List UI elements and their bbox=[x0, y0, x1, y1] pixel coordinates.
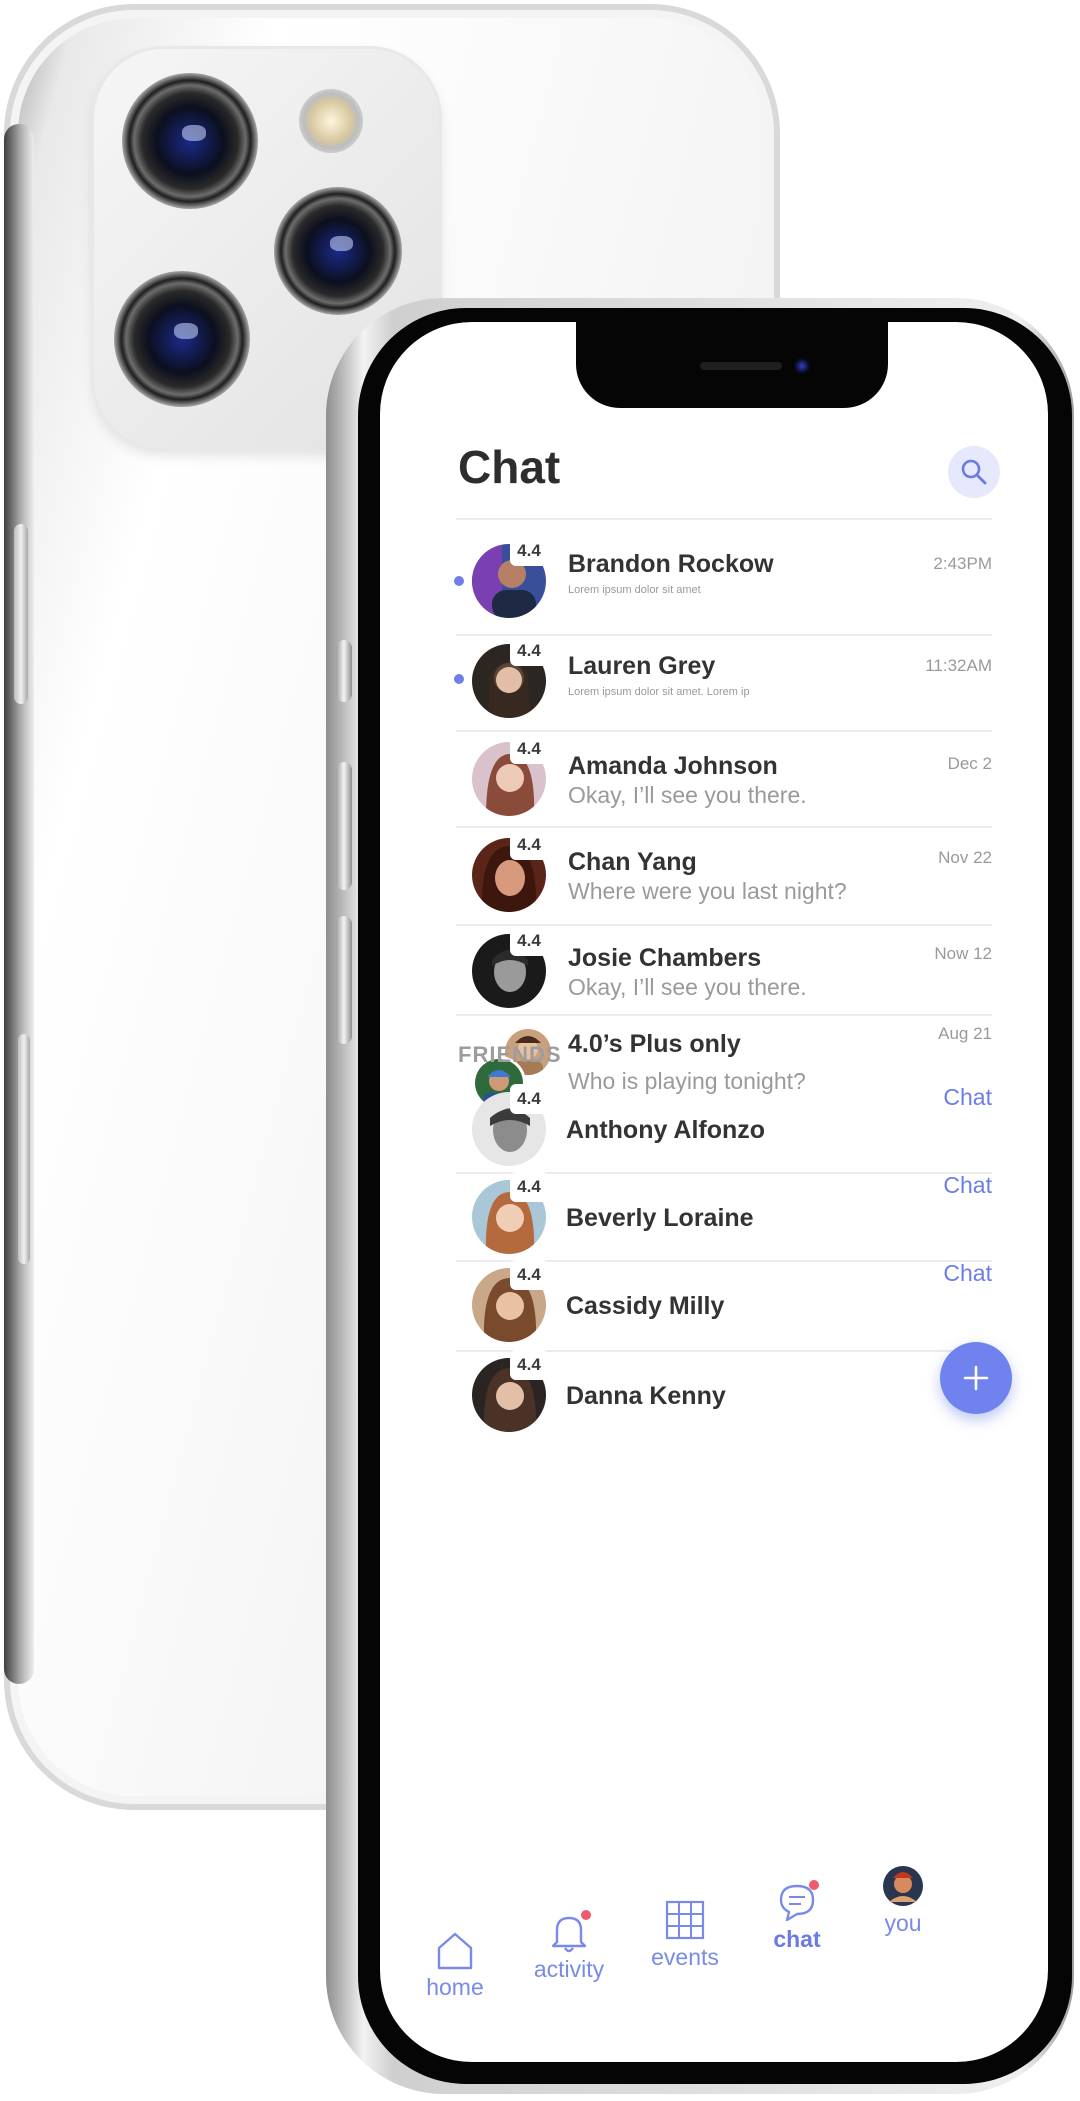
chat-preview: Okay, I’ll see you there. bbox=[568, 974, 807, 1000]
unread-indicator bbox=[454, 576, 464, 586]
friends-section-label: FRIENDS bbox=[458, 1042, 562, 1067]
volume-down-button bbox=[336, 916, 352, 1044]
rating-badge: 4.4 bbox=[510, 830, 548, 860]
mute-switch bbox=[336, 640, 352, 702]
tab-label: activity bbox=[533, 1956, 605, 1982]
tab-events[interactable]: events bbox=[630, 1898, 740, 1971]
tab-label: events bbox=[651, 1944, 719, 1970]
friend-row: 4.4 Anthony Alfonzo Chat bbox=[456, 1082, 992, 1182]
back-phone-side-button bbox=[14, 524, 28, 704]
camera-lens-icon bbox=[114, 271, 250, 407]
start-chat-link[interactable]: Chat bbox=[943, 1260, 992, 1287]
chat-name: Amanda Johnson bbox=[568, 752, 778, 780]
tab-chat[interactable]: chat bbox=[742, 1880, 852, 1953]
friend-row: 4.4 Beverly Loraine Chat bbox=[456, 1172, 992, 1272]
divider bbox=[456, 518, 992, 520]
tab-label: you bbox=[884, 1910, 922, 1936]
flash-icon bbox=[299, 89, 363, 153]
chat-preview: Lorem ipsum dolor sit amet. Lorem ip bbox=[568, 686, 750, 698]
chat-row[interactable]: 4.4 Brandon Rockow Lorem ipsum dolor sit… bbox=[454, 536, 992, 640]
friend-row: 4.4 Danna Kenny bbox=[456, 1350, 992, 1450]
chat-time: Aug 21 bbox=[938, 1024, 992, 1043]
chat-time: Nov 22 bbox=[938, 848, 992, 867]
rating-badge: 4.4 bbox=[510, 536, 548, 566]
chat-preview: Okay, I’ll see you there. bbox=[568, 782, 807, 808]
start-chat-link[interactable]: Chat bbox=[943, 1084, 992, 1111]
new-chat-button[interactable] bbox=[940, 1342, 1012, 1414]
friend-name: Beverly Loraine bbox=[566, 1204, 754, 1232]
search-button[interactable] bbox=[948, 446, 1000, 498]
chat-preview: Lorem ipsum dolor sit amet bbox=[568, 584, 701, 596]
friend-name: Cassidy Milly bbox=[566, 1292, 725, 1320]
camera-lens-icon bbox=[274, 187, 402, 315]
speaker-grille bbox=[700, 362, 782, 370]
chat-row[interactable]: 4.4 Lauren Grey Lorem ipsum dolor sit am… bbox=[454, 634, 992, 734]
avatar-icon bbox=[881, 1864, 925, 1908]
rating-badge: 4.4 bbox=[510, 1084, 548, 1114]
rating-badge: 4.4 bbox=[510, 734, 548, 764]
back-phone-edge bbox=[4, 124, 34, 1684]
tab-home[interactable]: home bbox=[400, 1928, 510, 2001]
app-screen: Chat 4.4 Brandon Rockow Lorem ipsum dolo… bbox=[380, 322, 1048, 2062]
chat-time: 11:32AM bbox=[925, 656, 992, 675]
front-camera-notch bbox=[576, 310, 888, 408]
friend-name: Danna Kenny bbox=[566, 1382, 726, 1410]
search-icon bbox=[961, 459, 987, 485]
chat-time: Dec 2 bbox=[947, 754, 992, 773]
tab-activity[interactable]: activity bbox=[514, 1910, 624, 1983]
chat-row[interactable]: 4.4 Amanda Johnson Okay, I’ll see you th… bbox=[456, 730, 992, 830]
chat-row[interactable]: 4.4 Josie Chambers Okay, I’ll see you th… bbox=[456, 922, 992, 1022]
chat-name: Lauren Grey bbox=[568, 652, 716, 680]
calendar-grid-icon bbox=[663, 1898, 707, 1942]
notification-badge bbox=[809, 1880, 819, 1890]
bell-icon bbox=[547, 1910, 591, 1954]
tab-you[interactable]: you bbox=[848, 1864, 958, 1937]
tab-label: home bbox=[426, 1974, 484, 2000]
chat-name: Chan Yang bbox=[568, 848, 697, 876]
chat-name: Josie Chambers bbox=[568, 944, 762, 972]
start-chat-link[interactable]: Chat bbox=[943, 1172, 992, 1199]
back-phone-side-button bbox=[18, 1034, 30, 1264]
chat-preview: Where were you last night? bbox=[568, 878, 847, 904]
rating-badge: 4.4 bbox=[510, 926, 548, 956]
page-title: Chat bbox=[458, 441, 561, 493]
chat-name: Brandon Rockow bbox=[568, 550, 774, 578]
rating-badge: 4.4 bbox=[510, 1172, 548, 1202]
volume-up-button bbox=[336, 762, 352, 890]
chat-time: Now 12 bbox=[934, 944, 992, 963]
tab-label: chat bbox=[773, 1926, 821, 1952]
notification-badge bbox=[581, 1910, 591, 1920]
chat-name: 4.0’s Plus only bbox=[568, 1030, 741, 1058]
chat-time: 2:43PM bbox=[933, 554, 992, 573]
front-camera-icon bbox=[794, 358, 810, 374]
friend-name: Anthony Alfonzo bbox=[566, 1116, 766, 1144]
friend-row: 4.4 Cassidy Milly Chat bbox=[456, 1260, 992, 1360]
rating-badge: 4.4 bbox=[510, 1260, 548, 1290]
rating-badge: 4.4 bbox=[510, 636, 548, 666]
bottom-tab-bar: home activity events chat you bbox=[380, 1866, 1048, 2052]
rating-badge: 4.4 bbox=[510, 1350, 548, 1380]
chat-bubble-icon bbox=[775, 1880, 819, 1924]
unread-indicator bbox=[454, 674, 464, 684]
home-icon bbox=[433, 1928, 477, 1972]
camera-lens-icon bbox=[122, 73, 258, 209]
chat-row[interactable]: 4.4 Chan Yang Where were you last night?… bbox=[456, 826, 992, 926]
plus-icon bbox=[963, 1365, 989, 1391]
